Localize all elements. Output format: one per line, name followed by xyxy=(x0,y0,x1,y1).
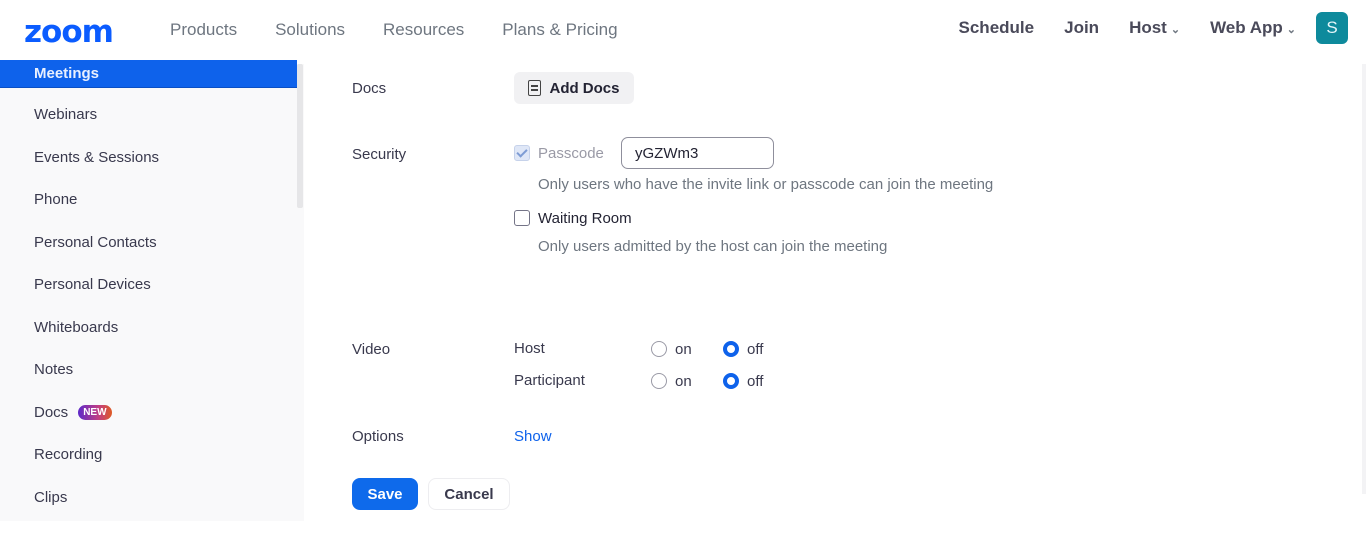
sidebar-item-label: Events & Sessions xyxy=(34,148,160,166)
nav-plans-pricing[interactable]: Plans & Pricing xyxy=(502,20,617,40)
host-video-off-label: off xyxy=(747,341,764,358)
sidebar-item-label: Docs xyxy=(34,403,69,421)
nav-host-label: Host xyxy=(1129,18,1167,37)
page-scrollbar-track[interactable] xyxy=(1362,64,1366,494)
passcode-label: Passcode xyxy=(538,145,604,162)
sidebar-item-meetings[interactable]: Meetings xyxy=(0,60,297,88)
sidebar-item-label: Recording xyxy=(34,445,103,463)
sidebar-item-notes[interactable]: Notes xyxy=(0,355,297,383)
sidebar-item-clips[interactable]: Clips xyxy=(0,483,297,511)
top-navigation: zoom Products Solutions Resources Plans … xyxy=(0,0,1366,64)
participant-video-on-label: on xyxy=(675,373,692,390)
add-docs-label: Add Docs xyxy=(549,79,620,97)
sidebar-item-label: Notes xyxy=(34,360,74,378)
cancel-button[interactable]: Cancel xyxy=(428,478,510,510)
participant-video-off-label: off xyxy=(747,373,764,390)
secondary-nav: Schedule Join Host ⌄ Web App ⌄ S xyxy=(929,12,1348,44)
nav-join[interactable]: Join xyxy=(1064,18,1099,38)
sidebar-item-recording[interactable]: Recording xyxy=(0,440,297,468)
nav-web-app-label: Web App xyxy=(1210,18,1283,37)
sidebar-item-label: Phone xyxy=(34,190,78,208)
chevron-down-icon: ⌄ xyxy=(1170,23,1181,36)
nav-host-dropdown[interactable]: Host ⌄ xyxy=(1129,18,1180,38)
video-participant-label: Participant xyxy=(514,372,585,389)
show-options-link[interactable]: Show xyxy=(514,428,552,445)
sidebar-item-personal-contacts[interactable]: Personal Contacts xyxy=(0,228,297,256)
user-avatar[interactable]: S xyxy=(1316,12,1348,44)
sidebar-item-label: Webinars xyxy=(34,105,98,123)
sidebar-item-label: Meetings xyxy=(34,65,100,82)
primary-nav: Products Solutions Resources Plans & Pri… xyxy=(170,20,656,40)
waiting-room-checkbox[interactable] xyxy=(514,210,530,226)
participant-video-on-radio[interactable] xyxy=(651,373,667,389)
passcode-input[interactable] xyxy=(621,137,774,169)
host-video-on-radio[interactable] xyxy=(651,341,667,357)
nav-resources[interactable]: Resources xyxy=(383,20,464,40)
add-docs-button[interactable]: Add Docs xyxy=(514,72,634,104)
sidebar-item-webinars[interactable]: Webinars xyxy=(0,100,297,128)
chevron-down-icon: ⌄ xyxy=(1286,23,1296,36)
participant-video-off-radio[interactable] xyxy=(723,373,739,389)
nav-products[interactable]: Products xyxy=(170,20,237,40)
sidebar-item-personal-devices[interactable]: Personal Devices xyxy=(0,270,297,298)
sidebar-item-phone[interactable]: Phone xyxy=(0,185,297,213)
sidebar-item-label: Clips xyxy=(34,488,68,506)
nav-web-app-dropdown[interactable]: Web App ⌄ xyxy=(1210,18,1296,38)
passcode-checkbox[interactable] xyxy=(514,145,530,161)
host-video-off-radio[interactable] xyxy=(723,341,739,357)
docs-label: Docs xyxy=(352,80,387,97)
new-badge: NEW xyxy=(78,404,112,420)
host-video-on-label: on xyxy=(675,341,692,358)
nav-solutions[interactable]: Solutions xyxy=(275,20,345,40)
sidebar-scrollbar[interactable] xyxy=(297,64,303,208)
sidebar-item-label: Whiteboards xyxy=(34,318,119,336)
zoom-logo[interactable]: zoom xyxy=(24,14,114,50)
save-button[interactable]: Save xyxy=(352,478,418,510)
waiting-room-hint: Only users admitted by the host can join… xyxy=(538,238,888,255)
video-host-label: Host xyxy=(514,340,545,357)
video-label: Video xyxy=(352,341,391,358)
waiting-room-label: Waiting Room xyxy=(538,210,632,227)
security-label: Security xyxy=(352,146,407,163)
passcode-hint: Only users who have the invite link or p… xyxy=(538,176,994,193)
sidebar-item-events-sessions[interactable]: Events & Sessions xyxy=(0,143,297,171)
sidebar: Meetings Webinars Events & Sessions Phon… xyxy=(0,60,304,521)
sidebar-item-label: Personal Devices xyxy=(34,275,151,293)
sidebar-item-whiteboards[interactable]: Whiteboards xyxy=(0,313,297,341)
document-icon xyxy=(528,80,542,96)
sidebar-item-docs[interactable]: Docs NEW xyxy=(0,398,297,426)
nav-schedule[interactable]: Schedule xyxy=(959,18,1035,38)
options-label: Options xyxy=(352,428,404,445)
sidebar-item-label: Personal Contacts xyxy=(34,233,157,251)
